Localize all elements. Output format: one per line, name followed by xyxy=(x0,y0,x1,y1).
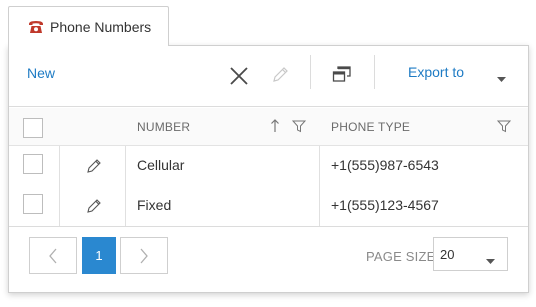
next-page-button[interactable] xyxy=(120,237,168,274)
export-to-button[interactable]: Export to xyxy=(408,64,464,80)
chevron-left-icon xyxy=(49,248,57,263)
cell-number: Fixed xyxy=(137,197,172,213)
grid-header: NUMBER PHONE TYPE xyxy=(9,108,528,146)
chevron-down-icon[interactable] xyxy=(497,70,506,82)
pager-bar: 1 PAGE SIZE 20 xyxy=(9,226,528,292)
toolbar-divider xyxy=(310,55,311,89)
close-icon[interactable] xyxy=(228,65,250,87)
page-1-button[interactable]: 1 xyxy=(82,237,116,274)
phone-icon xyxy=(28,20,44,34)
cell-number: Cellular xyxy=(137,157,185,173)
column-header-phone-type[interactable]: PHONE TYPE xyxy=(331,120,410,134)
page-size-label: PAGE SIZE xyxy=(366,249,436,264)
toolbar-divider xyxy=(374,55,375,89)
cell-phone-type: +1(555)987-6543 xyxy=(331,157,439,173)
tab-bar: Phone Numbers xyxy=(8,0,529,46)
toolbar: New Export to xyxy=(9,46,528,107)
filter-icon[interactable] xyxy=(291,120,307,133)
previous-page-button[interactable] xyxy=(29,237,77,274)
restore-window-icon[interactable] xyxy=(332,65,352,83)
new-button[interactable]: New xyxy=(27,65,55,81)
cell-phone-type: +1(555)123-4567 xyxy=(331,197,439,213)
page-size-select[interactable]: 20 xyxy=(433,237,508,271)
edit-row-icon[interactable] xyxy=(85,197,103,215)
row-checkbox[interactable] xyxy=(23,194,43,214)
column-header-number[interactable]: NUMBER xyxy=(137,120,190,134)
chevron-down-icon xyxy=(486,252,495,264)
tab-phone-numbers[interactable]: Phone Numbers xyxy=(8,6,169,46)
select-all-checkbox[interactable] xyxy=(23,118,43,138)
chevron-right-icon xyxy=(140,248,148,263)
sort-ascending-icon[interactable] xyxy=(270,119,280,133)
edit-pencil-icon xyxy=(270,65,290,85)
edit-row-icon[interactable] xyxy=(85,157,103,175)
table-row[interactable]: Cellular +1(555)987-6543 xyxy=(9,146,528,186)
filter-icon[interactable] xyxy=(496,120,512,133)
page-size-value: 20 xyxy=(440,247,455,262)
phone-numbers-panel: New Export to NUMBER PHONE TYPE Cellular… xyxy=(8,45,529,293)
row-checkbox[interactable] xyxy=(23,154,43,174)
table-row[interactable]: Fixed +1(555)123-4567 xyxy=(9,186,528,226)
tab-label: Phone Numbers xyxy=(50,18,152,35)
